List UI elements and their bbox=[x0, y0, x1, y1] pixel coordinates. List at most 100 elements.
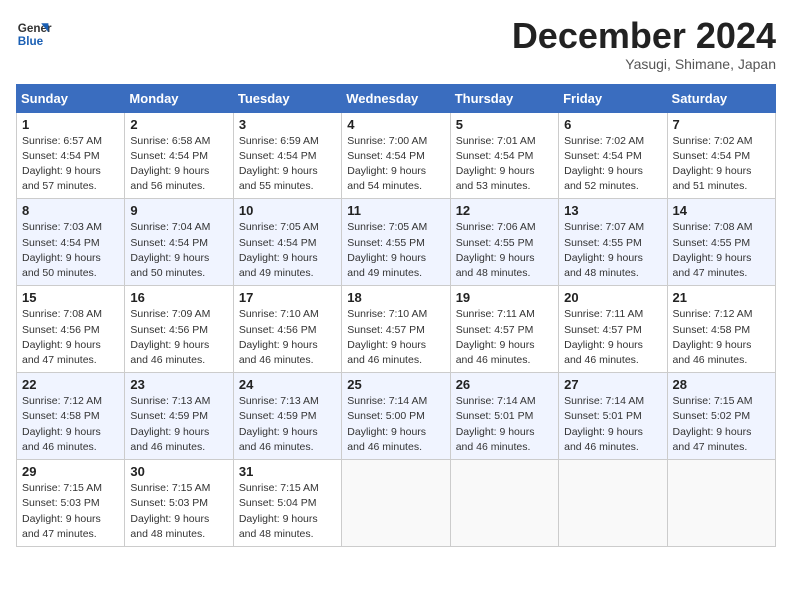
day-info: Sunrise: 7:14 AM Sunset: 5:01 PM Dayligh… bbox=[456, 394, 553, 455]
day-number: 25 bbox=[347, 377, 444, 392]
calendar-cell: 24 Sunrise: 7:13 AM Sunset: 4:59 PM Dayli… bbox=[233, 373, 341, 460]
day-number: 31 bbox=[239, 464, 336, 479]
day-info: Sunrise: 7:07 AM Sunset: 4:55 PM Dayligh… bbox=[564, 220, 661, 281]
calendar-cell: 20Sunrise: 7:11 AM Sunset: 4:57 PM Dayli… bbox=[559, 286, 667, 373]
calendar-cell bbox=[342, 460, 450, 547]
weekday-header-sunday: Sunday bbox=[17, 84, 125, 112]
logo-icon: General Blue bbox=[16, 16, 52, 52]
calendar-header-row: SundayMondayTuesdayWednesdayThursdayFrid… bbox=[17, 84, 776, 112]
day-info: Sunrise: 7:06 AM Sunset: 4:55 PM Dayligh… bbox=[456, 220, 553, 281]
calendar-cell: 7 Sunrise: 7:02 AM Sunset: 4:54 PM Daylig… bbox=[667, 112, 775, 199]
day-number: 17 bbox=[239, 290, 336, 305]
calendar-cell: 13 Sunrise: 7:07 AM Sunset: 4:55 PM Dayli… bbox=[559, 199, 667, 286]
day-number: 10 bbox=[239, 203, 336, 218]
day-number: 22 bbox=[22, 377, 119, 392]
day-info: Sunrise: 7:13 AM Sunset: 4:59 PM Dayligh… bbox=[239, 394, 336, 455]
day-info: Sunrise: 7:04 AM Sunset: 4:54 PM Dayligh… bbox=[130, 220, 227, 281]
day-number: 3 bbox=[239, 117, 336, 132]
day-info: Sunrise: 6:58 AM Sunset: 4:54 PM Dayligh… bbox=[130, 134, 227, 195]
day-number: 9 bbox=[130, 203, 227, 218]
calendar-cell: 2 Sunrise: 6:58 AM Sunset: 4:54 PM Daylig… bbox=[125, 112, 233, 199]
calendar-week-row: 29 Sunrise: 7:15 AM Sunset: 5:03 PM Dayli… bbox=[17, 460, 776, 547]
svg-text:Blue: Blue bbox=[18, 35, 44, 48]
day-number: 16 bbox=[130, 290, 227, 305]
day-number: 24 bbox=[239, 377, 336, 392]
day-number: 15 bbox=[22, 290, 119, 305]
calendar-cell: 21Sunrise: 7:12 AM Sunset: 4:58 PM Dayli… bbox=[667, 286, 775, 373]
day-info: Sunrise: 7:03 AM Sunset: 4:54 PM Dayligh… bbox=[22, 220, 119, 281]
day-info: Sunrise: 7:08 AM Sunset: 4:56 PM Dayligh… bbox=[22, 307, 119, 368]
calendar-cell: 22Sunrise: 7:12 AM Sunset: 4:58 PM Dayli… bbox=[17, 373, 125, 460]
day-info: Sunrise: 7:15 AM Sunset: 5:04 PM Dayligh… bbox=[239, 481, 336, 542]
location-subtitle: Yasugi, Shimane, Japan bbox=[512, 56, 776, 72]
day-info: Sunrise: 7:02 AM Sunset: 4:54 PM Dayligh… bbox=[673, 134, 770, 195]
day-number: 21 bbox=[673, 290, 770, 305]
calendar-cell bbox=[559, 460, 667, 547]
weekday-header-saturday: Saturday bbox=[667, 84, 775, 112]
day-info: Sunrise: 7:15 AM Sunset: 5:02 PM Dayligh… bbox=[673, 394, 770, 455]
day-number: 14 bbox=[673, 203, 770, 218]
day-info: Sunrise: 7:14 AM Sunset: 5:00 PM Dayligh… bbox=[347, 394, 444, 455]
calendar-cell: 8 Sunrise: 7:03 AM Sunset: 4:54 PM Daylig… bbox=[17, 199, 125, 286]
calendar-cell: 26 Sunrise: 7:14 AM Sunset: 5:01 PM Dayli… bbox=[450, 373, 558, 460]
day-number: 28 bbox=[673, 377, 770, 392]
day-number: 20 bbox=[564, 290, 661, 305]
title-block: December 2024 Yasugi, Shimane, Japan bbox=[512, 16, 776, 72]
day-number: 12 bbox=[456, 203, 553, 218]
logo: General Blue bbox=[16, 16, 52, 52]
day-info: Sunrise: 7:14 AM Sunset: 5:01 PM Dayligh… bbox=[564, 394, 661, 455]
day-info: Sunrise: 7:15 AM Sunset: 5:03 PM Dayligh… bbox=[22, 481, 119, 542]
day-info: Sunrise: 6:57 AM Sunset: 4:54 PM Dayligh… bbox=[22, 134, 119, 195]
calendar-cell: 9 Sunrise: 7:04 AM Sunset: 4:54 PM Daylig… bbox=[125, 199, 233, 286]
page-header: General Blue December 2024 Yasugi, Shima… bbox=[16, 16, 776, 72]
day-info: Sunrise: 7:11 AM Sunset: 4:57 PM Dayligh… bbox=[456, 307, 553, 368]
calendar-cell: 19Sunrise: 7:11 AM Sunset: 4:57 PM Dayli… bbox=[450, 286, 558, 373]
day-info: Sunrise: 7:15 AM Sunset: 5:03 PM Dayligh… bbox=[130, 481, 227, 542]
weekday-header-monday: Monday bbox=[125, 84, 233, 112]
weekday-header-thursday: Thursday bbox=[450, 84, 558, 112]
day-info: Sunrise: 7:02 AM Sunset: 4:54 PM Dayligh… bbox=[564, 134, 661, 195]
day-info: Sunrise: 7:00 AM Sunset: 4:54 PM Dayligh… bbox=[347, 134, 444, 195]
weekday-header-wednesday: Wednesday bbox=[342, 84, 450, 112]
day-number: 2 bbox=[130, 117, 227, 132]
calendar-week-row: 15 Sunrise: 7:08 AM Sunset: 4:56 PM Dayli… bbox=[17, 286, 776, 373]
calendar-cell: 29 Sunrise: 7:15 AM Sunset: 5:03 PM Dayli… bbox=[17, 460, 125, 547]
day-info: Sunrise: 7:01 AM Sunset: 4:54 PM Dayligh… bbox=[456, 134, 553, 195]
day-number: 8 bbox=[22, 203, 119, 218]
calendar-cell: 4Sunrise: 7:00 AM Sunset: 4:54 PM Daylig… bbox=[342, 112, 450, 199]
calendar-cell: 6 Sunrise: 7:02 AM Sunset: 4:54 PM Daylig… bbox=[559, 112, 667, 199]
day-number: 7 bbox=[673, 117, 770, 132]
calendar-cell: 25 Sunrise: 7:14 AM Sunset: 5:00 PM Dayli… bbox=[342, 373, 450, 460]
calendar-cell: 16Sunrise: 7:09 AM Sunset: 4:56 PM Dayli… bbox=[125, 286, 233, 373]
day-info: Sunrise: 7:10 AM Sunset: 4:56 PM Dayligh… bbox=[239, 307, 336, 368]
calendar-cell: 11Sunrise: 7:05 AM Sunset: 4:55 PM Dayli… bbox=[342, 199, 450, 286]
calendar-cell: 12 Sunrise: 7:06 AM Sunset: 4:55 PM Dayli… bbox=[450, 199, 558, 286]
calendar-cell: 3 Sunrise: 6:59 AM Sunset: 4:54 PM Daylig… bbox=[233, 112, 341, 199]
calendar-cell: 15 Sunrise: 7:08 AM Sunset: 4:56 PM Dayli… bbox=[17, 286, 125, 373]
calendar-cell bbox=[667, 460, 775, 547]
calendar-cell: 14Sunrise: 7:08 AM Sunset: 4:55 PM Dayli… bbox=[667, 199, 775, 286]
day-number: 13 bbox=[564, 203, 661, 218]
day-number: 29 bbox=[22, 464, 119, 479]
calendar-cell: 18Sunrise: 7:10 AM Sunset: 4:57 PM Dayli… bbox=[342, 286, 450, 373]
day-number: 18 bbox=[347, 290, 444, 305]
day-number: 6 bbox=[564, 117, 661, 132]
day-info: Sunrise: 6:59 AM Sunset: 4:54 PM Dayligh… bbox=[239, 134, 336, 195]
calendar-cell: 30 Sunrise: 7:15 AM Sunset: 5:03 PM Dayli… bbox=[125, 460, 233, 547]
day-number: 30 bbox=[130, 464, 227, 479]
day-number: 1 bbox=[22, 117, 119, 132]
calendar-week-row: 1 Sunrise: 6:57 AM Sunset: 4:54 PM Daylig… bbox=[17, 112, 776, 199]
calendar-week-row: 8 Sunrise: 7:03 AM Sunset: 4:54 PM Daylig… bbox=[17, 199, 776, 286]
day-number: 26 bbox=[456, 377, 553, 392]
calendar-cell: 5Sunrise: 7:01 AM Sunset: 4:54 PM Daylig… bbox=[450, 112, 558, 199]
calendar-week-row: 22Sunrise: 7:12 AM Sunset: 4:58 PM Dayli… bbox=[17, 373, 776, 460]
weekday-header-friday: Friday bbox=[559, 84, 667, 112]
calendar-cell: 23Sunrise: 7:13 AM Sunset: 4:59 PM Dayli… bbox=[125, 373, 233, 460]
day-info: Sunrise: 7:05 AM Sunset: 4:55 PM Dayligh… bbox=[347, 220, 444, 281]
calendar-cell: 17 Sunrise: 7:10 AM Sunset: 4:56 PM Dayli… bbox=[233, 286, 341, 373]
day-number: 27 bbox=[564, 377, 661, 392]
day-info: Sunrise: 7:05 AM Sunset: 4:54 PM Dayligh… bbox=[239, 220, 336, 281]
calendar-cell: 27 Sunrise: 7:14 AM Sunset: 5:01 PM Dayli… bbox=[559, 373, 667, 460]
month-title: December 2024 bbox=[512, 16, 776, 56]
day-number: 23 bbox=[130, 377, 227, 392]
